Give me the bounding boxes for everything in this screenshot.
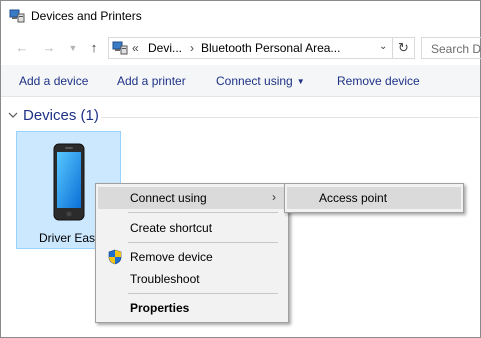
navigation-bar: ← → ▼ ↑ « Devi... › Bluetooth Personal A…: [1, 35, 481, 61]
menu-item-connect-using[interactable]: Connect using ›: [98, 187, 286, 209]
refresh-icon[interactable]: ↻: [393, 37, 415, 59]
add-device-button[interactable]: Add a device: [19, 74, 88, 88]
connect-using-submenu: Access point: [284, 183, 464, 213]
menu-item-properties[interactable]: Properties: [98, 297, 286, 319]
menu-item-label: Access point: [319, 191, 388, 205]
back-arrow-icon[interactable]: ←: [14, 40, 30, 56]
up-arrow-icon[interactable]: ↑: [86, 40, 102, 56]
menu-separator: [128, 293, 278, 294]
address-bar[interactable]: « Devi... › Bluetooth Personal Area... ⌄: [108, 37, 393, 59]
chevron-down-icon: [8, 112, 18, 118]
shield-icon: [108, 249, 122, 265]
command-bar: Add a device Add a printer Connect using…: [1, 65, 480, 97]
breadcrumb-overflow[interactable]: «: [132, 41, 139, 55]
menu-item-label: Troubleshoot: [130, 272, 200, 286]
window-title: Devices and Printers: [31, 9, 142, 23]
group-title: Devices (1): [23, 107, 99, 124]
chevron-down-icon[interactable]: ⌄: [379, 41, 391, 55]
devices-printers-icon: [9, 9, 25, 23]
group-divider: [101, 117, 479, 118]
phone-icon: [53, 143, 85, 221]
menu-separator: [128, 212, 278, 213]
breadcrumb-separator[interactable]: ›: [190, 41, 194, 55]
remove-device-button[interactable]: Remove device: [337, 74, 420, 88]
menu-item-create-shortcut[interactable]: Create shortcut: [98, 217, 286, 239]
chevron-down-icon[interactable]: ▼: [65, 40, 81, 56]
devices-and-printers-window: Devices and Printers ← → ▼ ↑ « Devi... ›…: [0, 0, 481, 338]
connect-using-label: Connect using: [216, 74, 293, 88]
breadcrumb-item[interactable]: Bluetooth Personal Area...: [201, 41, 340, 55]
search-input[interactable]: Search De: [421, 37, 481, 59]
menu-item-label: Properties: [130, 301, 190, 315]
connect-using-button[interactable]: Connect using ▼: [216, 74, 305, 88]
chevron-right-icon: ›: [272, 190, 276, 204]
menu-separator: [128, 242, 278, 243]
dropdown-arrow-icon: ▼: [296, 77, 305, 86]
menu-item-label: Remove device: [130, 250, 213, 264]
add-printer-button[interactable]: Add a printer: [117, 74, 186, 88]
context-menu: Connect using › Create shortcut Remove d…: [95, 183, 289, 323]
forward-arrow-icon[interactable]: →: [41, 40, 57, 56]
menu-item-label: Connect using: [130, 191, 207, 205]
menu-item-access-point[interactable]: Access point: [287, 187, 461, 209]
search-placeholder: Search De: [431, 42, 481, 56]
menu-item-troubleshoot[interactable]: Troubleshoot: [98, 268, 286, 290]
title-bar: Devices and Printers: [1, 1, 480, 31]
device-name: Driver Easy: [39, 231, 102, 245]
menu-item-label: Create shortcut: [130, 221, 213, 235]
breadcrumb-item[interactable]: Devi...: [148, 41, 182, 55]
menu-item-remove-device[interactable]: Remove device: [98, 246, 286, 268]
devices-printers-icon: [112, 41, 128, 55]
